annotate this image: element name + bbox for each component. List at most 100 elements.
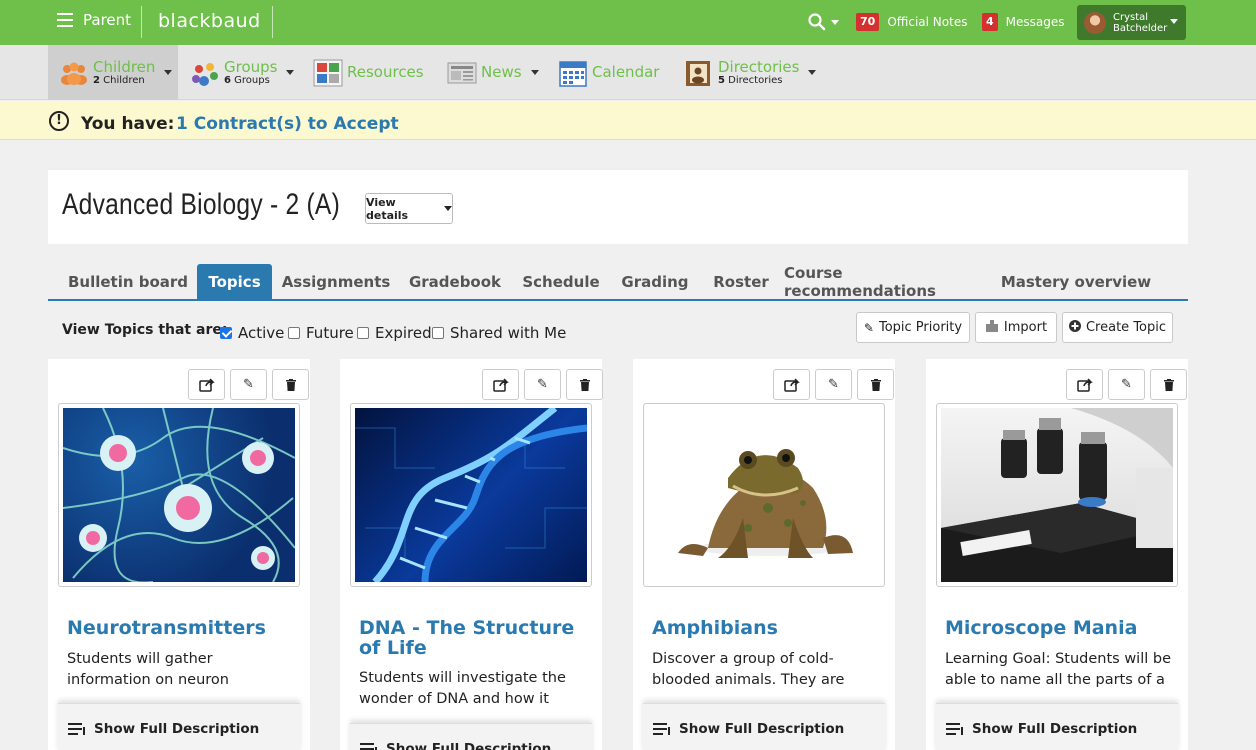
- brand-logo: blackbaud: [158, 10, 261, 32]
- view-details-button[interactable]: View details: [365, 193, 453, 224]
- delete-button[interactable]: [272, 369, 309, 400]
- edit-button[interactable]: ✎: [524, 369, 561, 400]
- secondary-nav: Children 2 Children Groups 6 Groups Reso…: [0, 45, 1256, 100]
- groups-icon: [190, 59, 218, 87]
- news-icon: [447, 59, 477, 87]
- tab-gradebook[interactable]: Gradebook: [400, 264, 510, 299]
- create-topic-button[interactable]: Create Topic: [1062, 312, 1173, 343]
- trash-icon: [579, 378, 590, 391]
- tab-roster[interactable]: Roster: [703, 264, 779, 299]
- edit-button[interactable]: ✎: [1108, 369, 1145, 400]
- topic-image[interactable]: [936, 403, 1178, 587]
- topic-image[interactable]: [643, 403, 885, 587]
- nav-news-label: News: [481, 63, 522, 81]
- parent-menu-toggle[interactable]: Parent: [57, 11, 131, 29]
- page-title: Advanced Biology - 2 (A): [62, 188, 341, 221]
- chevron-down-icon: [808, 70, 817, 75]
- import-label: Import: [1003, 320, 1048, 335]
- tab-bulletin-board[interactable]: Bulletin board: [64, 264, 192, 299]
- edit-button[interactable]: ✎: [815, 369, 852, 400]
- nav-children[interactable]: Children 2 Children: [48, 45, 178, 100]
- nav-news[interactable]: News: [447, 45, 539, 100]
- exclamation-circle-icon: !: [49, 111, 69, 131]
- children-count: 2: [93, 74, 100, 86]
- topic-title[interactable]: Microscope Mania: [945, 618, 1173, 638]
- contracts-link[interactable]: 1 Contract(s) to Accept: [176, 114, 399, 134]
- topic-description: Students will investigate the wonder of …: [359, 670, 566, 707]
- shared-checkbox[interactable]: [432, 327, 444, 339]
- future-checkbox[interactable]: [288, 327, 300, 339]
- show-full-label: Show Full Description: [679, 720, 845, 737]
- share-button[interactable]: [188, 369, 225, 400]
- active-checkbox[interactable]: [220, 327, 232, 339]
- share-icon: [492, 377, 509, 392]
- delete-button[interactable]: [857, 369, 894, 400]
- topic-image[interactable]: [350, 403, 592, 587]
- tab-grading[interactable]: Grading: [612, 264, 698, 299]
- search-button[interactable]: [808, 13, 839, 31]
- alert-prefix: You have:: [81, 114, 175, 134]
- expand-list-icon: [946, 722, 966, 735]
- groups-sub-label: Groups: [234, 74, 270, 86]
- topic-title[interactable]: Amphibians: [652, 618, 880, 638]
- tab-course-recommendations[interactable]: Course recommendations: [784, 264, 994, 300]
- view-details-label: View details: [366, 195, 409, 222]
- card-actions: ✎: [482, 369, 603, 400]
- course-tabs: Bulletin board Topics Assignments Gradeb…: [48, 264, 1188, 301]
- directories-sub-label: Directories: [728, 74, 783, 86]
- nav-groups[interactable]: Groups 6 Groups: [190, 45, 295, 100]
- share-button[interactable]: [482, 369, 519, 400]
- share-icon: [783, 377, 800, 392]
- chevron-down-icon: [444, 206, 452, 211]
- pencil-icon: ✎: [537, 377, 548, 392]
- edit-button[interactable]: ✎: [230, 369, 267, 400]
- show-full-description-button[interactable]: Show Full Description: [936, 703, 1178, 750]
- show-full-description-button[interactable]: Show Full Description: [58, 703, 300, 750]
- import-button[interactable]: Import: [975, 312, 1057, 343]
- topic-image[interactable]: [58, 403, 300, 587]
- chevron-down-icon: [164, 70, 173, 75]
- chevron-down-icon: [831, 19, 839, 25]
- topic-description: Discover a group of cold-blooded animals…: [652, 651, 845, 688]
- microscope-image: [941, 408, 1173, 582]
- nav-calendar[interactable]: Calendar: [558, 45, 659, 100]
- nav-children-sub: 2 Children: [93, 75, 155, 86]
- user-first-name: Crystal: [1113, 11, 1149, 23]
- tab-topics[interactable]: Topics: [197, 264, 272, 299]
- expired-checkbox[interactable]: [357, 327, 369, 339]
- filter-future[interactable]: Future: [288, 324, 354, 342]
- trash-icon: [285, 378, 296, 391]
- create-topic-label: Create Topic: [1085, 320, 1167, 335]
- tab-assignments[interactable]: Assignments: [277, 264, 395, 299]
- delete-button[interactable]: [1150, 369, 1187, 400]
- user-name: Crystal Batchelder: [1113, 12, 1167, 34]
- expand-list-icon: [68, 722, 88, 735]
- groups-count: 6: [224, 74, 231, 86]
- nav-resources[interactable]: Resources: [313, 45, 424, 100]
- frog-image: [648, 408, 880, 582]
- filter-shared[interactable]: Shared with Me: [432, 324, 566, 342]
- topic-priority-button[interactable]: ✎ Topic Priority: [856, 312, 970, 343]
- delete-button[interactable]: [566, 369, 603, 400]
- tab-mastery-overview[interactable]: Mastery overview: [999, 264, 1153, 299]
- topic-title[interactable]: DNA - The Structure of Life: [359, 618, 587, 658]
- filter-expired[interactable]: Expired: [357, 324, 432, 342]
- divider: [272, 6, 273, 38]
- expand-list-icon: [360, 742, 380, 750]
- share-button[interactable]: [773, 369, 810, 400]
- plus-circle-icon: [1068, 320, 1081, 335]
- filter-active[interactable]: Active: [220, 324, 284, 342]
- nav-directories[interactable]: Directories 5 Directories: [684, 45, 817, 100]
- divider: [141, 6, 142, 38]
- official-notes-link[interactable]: 70 Official Notes: [856, 13, 967, 31]
- nav-groups-label: Groups: [224, 57, 278, 76]
- show-full-description-button[interactable]: Show Full Description: [643, 703, 885, 750]
- trash-icon: [1163, 378, 1174, 391]
- topic-title[interactable]: Neurotransmitters: [67, 618, 295, 638]
- share-button[interactable]: [1066, 369, 1103, 400]
- show-full-description-button[interactable]: Show Full Description: [350, 723, 592, 750]
- tab-schedule[interactable]: Schedule: [515, 264, 607, 299]
- messages-label: Messages: [1005, 15, 1065, 29]
- user-menu[interactable]: Crystal Batchelder: [1077, 5, 1186, 40]
- messages-link[interactable]: 4 Messages: [982, 13, 1065, 31]
